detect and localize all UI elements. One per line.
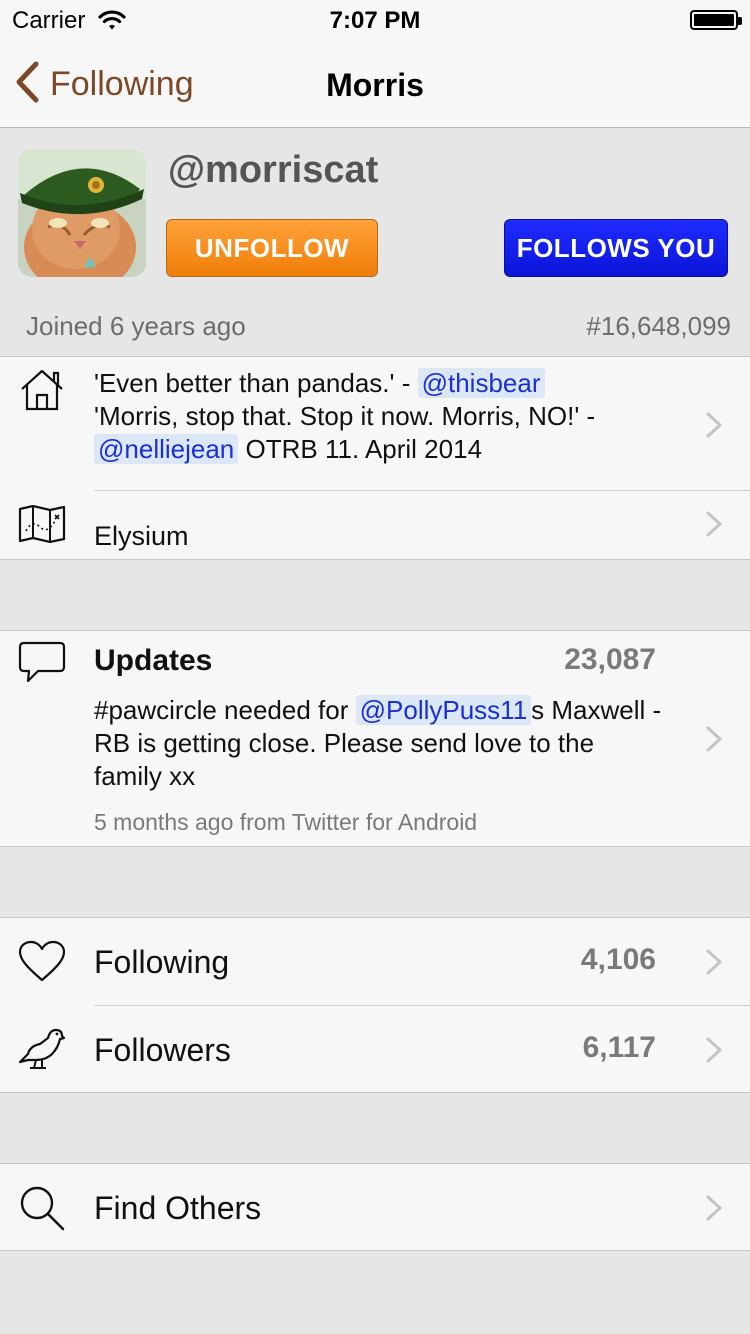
search-icon [18, 1184, 66, 1237]
bird-icon [18, 1024, 66, 1077]
mention-link[interactable]: @nelliejean [94, 434, 239, 464]
battery-icon [690, 10, 742, 30]
location-row[interactable]: Elysium [0, 491, 750, 561]
bio-section: 'Even better than pandas.' - @thisbear '… [0, 356, 750, 560]
followers-count: 6,117 [582, 1031, 656, 1064]
chevron-right-icon [706, 1195, 722, 1226]
followers-label: Followers [94, 1032, 231, 1068]
chevron-right-icon [706, 511, 722, 542]
mention-link[interactable]: @thisbear [417, 368, 545, 398]
chevron-right-icon [706, 726, 722, 757]
chevron-right-icon [706, 412, 722, 443]
bio-text: 'Even better than pandas.' - @thisbear '… [94, 367, 684, 466]
home-icon [18, 367, 66, 418]
heart-icon [18, 940, 66, 987]
avatar[interactable] [18, 149, 146, 277]
latest-update-text: #pawcircle needed for @PollyPuss11 s Maxw… [94, 694, 664, 793]
find-others-row[interactable]: Find Others [0, 1164, 750, 1252]
connections-section: Following 4,106 Followers 6,117 [0, 917, 750, 1093]
updates-title: Updates [94, 644, 213, 677]
following-row[interactable]: Following 4,106 [0, 918, 750, 1005]
bio-text-part: 'Morris, stop that. Stop it now. Morris,… [94, 401, 596, 431]
map-icon [18, 504, 66, 548]
followers-row[interactable]: Followers 6,117 [0, 1006, 750, 1094]
bio-text-part: 'Even better than pandas.' - [94, 368, 411, 398]
profile-header: @morriscat UNFOLLOW FOLLOWS YOU Joined 6… [0, 129, 750, 357]
user-number: #16,648,099 [586, 311, 731, 341]
follows-you-button[interactable]: FOLLOWS YOU [504, 219, 728, 277]
chevron-right-icon [706, 949, 722, 980]
speech-bubble-icon [18, 641, 66, 688]
bio-text-part: OTRB 11. April 2014 [245, 434, 483, 464]
mention-link[interactable]: @PollyPuss11 [355, 695, 532, 725]
updates-section: Updates 23,087 #pawcircle needed for @Po… [0, 630, 750, 847]
navigation-bar: Following Morris [0, 40, 750, 128]
update-text-part: #pawcircle needed for [94, 695, 349, 725]
joined-date: Joined 6 years ago [26, 311, 246, 341]
username-handle: @morriscat [168, 149, 379, 191]
page-title: Morris [326, 67, 424, 103]
updates-row[interactable]: Updates 23,087 #pawcircle needed for @Po… [0, 631, 750, 848]
following-label: Following [94, 944, 230, 980]
bio-row[interactable]: 'Even better than pandas.' - @thisbear '… [0, 357, 750, 490]
clock: 7:07 PM [329, 7, 421, 34]
find-others-label: Find Others [94, 1190, 262, 1226]
unfollow-button[interactable]: UNFOLLOW [166, 219, 378, 277]
chevron-right-icon [706, 1037, 722, 1068]
find-section: Find Others [0, 1163, 750, 1251]
update-meta: 5 months ago from Twitter for Android [94, 809, 478, 835]
updates-count: 23,087 [564, 643, 656, 676]
following-count: 4,106 [580, 943, 656, 976]
status-bar: Carrier 7:07 PM [0, 0, 750, 40]
location-text: Elysium [94, 521, 189, 551]
